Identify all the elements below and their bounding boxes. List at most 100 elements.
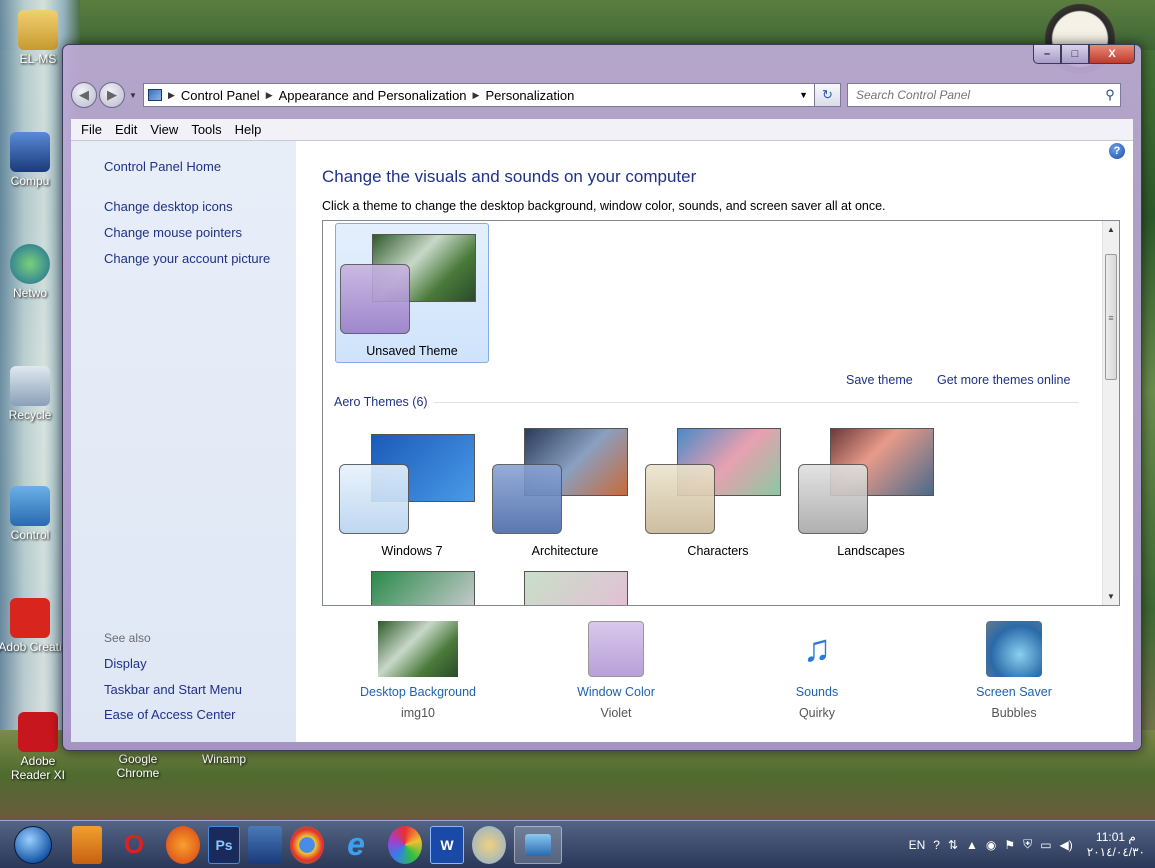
page-subtitle: Click a theme to change the desktop back… (322, 199, 886, 213)
help-icon[interactable]: ? (1109, 143, 1125, 159)
caption-buttons: – □ X (1033, 45, 1135, 64)
display-link[interactable]: Display (104, 656, 147, 671)
internet-explorer-icon[interactable]: e (332, 826, 380, 864)
desktop-background-thumbnail (378, 621, 458, 677)
taskbar-clock[interactable]: 11:01 م ٢٠١٤/٠٤/٣٠ (1087, 830, 1145, 860)
scroll-thumb[interactable]: ≡ (1105, 254, 1117, 380)
forward-button[interactable]: ▶ (99, 82, 125, 108)
ease-of-access-link[interactable]: Ease of Access Center (104, 707, 236, 722)
network-tray-icon[interactable]: ⇅ (948, 838, 958, 852)
change-account-picture-link[interactable]: Change your account picture (104, 251, 270, 266)
chevron-right-icon[interactable]: ▶ (266, 90, 273, 101)
breadcrumb-personalization[interactable]: Personalization (485, 88, 574, 103)
theme-landscapes[interactable]: Landscapes (794, 426, 948, 566)
news-reader-icon[interactable] (248, 825, 282, 864)
photoshop-icon[interactable]: Ps (208, 825, 240, 864)
control-panel-taskbar-button[interactable] (514, 825, 562, 864)
menu-bar: File Edit View Tools Help (71, 119, 1133, 141)
opera-icon[interactable]: O (110, 826, 158, 864)
theme-partial-6[interactable] (488, 569, 642, 605)
screen-saver-icon (986, 621, 1042, 677)
desktop-icon-control-panel[interactable]: Control (0, 486, 64, 542)
search-input[interactable] (856, 88, 1100, 102)
desktop-background-top (0, 0, 1155, 50)
recent-pages-dropdown[interactable]: ▼ (127, 91, 139, 100)
window-color-setting[interactable]: Window Color Violet (536, 621, 696, 720)
save-theme-link[interactable]: Save theme (846, 373, 913, 387)
paint-icon[interactable] (472, 825, 506, 864)
volume-icon[interactable]: ◀) (1060, 838, 1073, 852)
chevron-up-icon[interactable]: ▲ (966, 838, 978, 852)
theme-partial-5[interactable] (335, 569, 489, 605)
photo-gallery-icon[interactable] (388, 825, 422, 864)
computer-icon (10, 132, 50, 172)
close-button[interactable]: X (1089, 45, 1135, 64)
media-player-icon[interactable] (72, 825, 102, 864)
control-panel-icon (148, 89, 162, 101)
theme-unsaved[interactable]: Unsaved Theme (335, 223, 489, 363)
adobe-cc-icon (10, 598, 50, 638)
menu-file[interactable]: File (81, 122, 102, 137)
menu-help[interactable]: Help (235, 122, 262, 137)
main-content: ? Change the visuals and sounds on your … (296, 141, 1133, 742)
theme-architecture[interactable]: Architecture (488, 426, 642, 566)
control-panel-icon (10, 486, 50, 526)
sounds-setting[interactable]: ♫ Sounds Quirky (737, 621, 897, 720)
theme-list-scrollbar[interactable]: ▲ ≡ ▼ (1102, 221, 1119, 605)
menu-edit[interactable]: Edit (115, 122, 137, 137)
chevron-right-icon[interactable]: ▶ (473, 90, 480, 101)
start-button[interactable] (14, 825, 52, 864)
window-color-swatch (339, 464, 409, 534)
control-panel-icon (525, 833, 551, 856)
page-title: Change the visuals and sounds on your co… (322, 167, 697, 186)
window-color-swatch (340, 264, 410, 334)
change-mouse-pointers-link[interactable]: Change mouse pointers (104, 225, 242, 240)
address-bar[interactable]: ▶ Control Panel ▶ Appearance and Persona… (143, 83, 815, 107)
back-button[interactable]: ◀ (71, 82, 97, 108)
clock-time: 11:01 م (1095, 829, 1136, 844)
theme-label: Architecture (531, 544, 599, 558)
power-icon[interactable]: ▭ (1040, 838, 1051, 852)
minimize-button[interactable]: – (1033, 45, 1061, 64)
help-tray-icon[interactable]: ? (933, 838, 940, 852)
screen-saver-setting[interactable]: Screen Saver Bubbles (934, 621, 1094, 720)
shield-icon[interactable]: ⛨ (1023, 837, 1032, 852)
breadcrumb-appearance[interactable]: Appearance and Personalization (279, 88, 467, 103)
desktop-icon-computer[interactable]: Compu (0, 132, 64, 188)
menu-view[interactable]: View (150, 122, 178, 137)
get-more-themes-link[interactable]: Get more themes online (937, 373, 1070, 387)
chevron-right-icon: ▶ (168, 89, 175, 100)
menu-tools[interactable]: Tools (191, 122, 221, 137)
refresh-button[interactable]: ↻ (815, 83, 841, 107)
word-icon[interactable]: W (430, 825, 464, 864)
chevron-down-icon[interactable]: ▼ (799, 90, 808, 100)
aero-themes-header: Aero Themes (6) (334, 395, 1079, 409)
desktop-icon-recycle[interactable]: Recycle (0, 366, 64, 422)
scroll-down-icon[interactable]: ▼ (1103, 588, 1119, 605)
update-tray-icon[interactable]: ◉ (986, 838, 996, 852)
search-icon[interactable]: ⚲ (1100, 87, 1120, 103)
language-indicator[interactable]: EN (909, 838, 926, 852)
change-desktop-icons-link[interactable]: Change desktop icons (104, 199, 233, 214)
maximize-button[interactable]: □ (1061, 45, 1089, 64)
theme-characters[interactable]: Characters (641, 426, 795, 566)
desktop-icon-adobe-cc[interactable]: Adob Creati (0, 598, 64, 654)
theme-label: Unsaved Theme (366, 344, 458, 358)
search-box[interactable]: ⚲ (847, 83, 1121, 107)
firefox-icon[interactable] (166, 825, 200, 864)
breadcrumb-control-panel[interactable]: Control Panel (181, 88, 260, 103)
scroll-up-icon[interactable]: ▲ (1103, 221, 1119, 238)
network-icon (10, 244, 50, 284)
flag-icon[interactable]: ⚑ (1004, 838, 1015, 852)
desktop-icon-network[interactable]: Netwo (0, 244, 64, 300)
theme-label: Characters (687, 544, 749, 558)
theme-label: Landscapes (837, 544, 905, 558)
desktop-icon-winamp[interactable]: Winamp (190, 752, 258, 766)
control-panel-home-link[interactable]: Control Panel Home (104, 159, 221, 174)
desktop-background-setting[interactable]: Desktop Background img10 (338, 621, 498, 720)
theme-windows-7[interactable]: Windows 7 (335, 426, 489, 566)
chrome-icon[interactable] (290, 825, 324, 864)
theme-list[interactable]: Unsaved Theme Save theme Get more themes… (322, 220, 1120, 606)
taskbar-start-menu-link[interactable]: Taskbar and Start Menu (104, 682, 242, 697)
desktop-icon-chrome[interactable]: Google Chrome (104, 752, 172, 780)
